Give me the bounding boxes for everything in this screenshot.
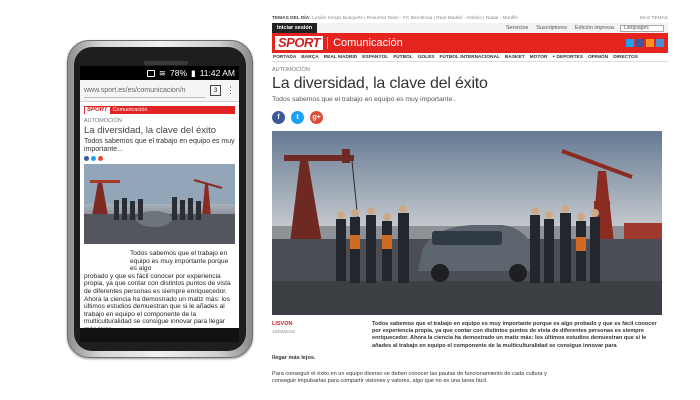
article-lead: Todos sabemos que el trabajo en equipo e… <box>372 321 657 349</box>
google-plus-icon[interactable] <box>98 156 103 161</box>
desktop-page: TEMAS DEL DÍA: Lesión Sergio Busquets | … <box>272 14 668 398</box>
nav-futbol-internacional[interactable]: FÚTBOL INTERNACIONAL <box>440 55 500 60</box>
language-select[interactable]: Languages <box>620 24 664 32</box>
article-body: Para conseguir el éxito en un equipo div… <box>272 370 547 385</box>
nav-mas-deportes[interactable]: + DEPORTES <box>552 55 583 60</box>
mobile-section-title: Comunicación <box>112 107 148 113</box>
main-nav: PORTADA BARÇA REAL MADRID ESPANYOL FÚTBO… <box>272 53 668 62</box>
browser-toolbar: www.sport.es/es/comunicacion/n 3 ⋮ <box>80 80 239 102</box>
nav-portada[interactable]: PORTADA <box>273 55 296 60</box>
article-subtitle: Todos sabemos que el trabajo en equipo e… <box>272 96 457 103</box>
android-icon <box>146 69 155 77</box>
mobile-article-title: La diversidad, la clave del éxito <box>84 125 217 136</box>
byline: LISVON 10/03/2016 <box>272 321 372 350</box>
author-name[interactable]: LISVON <box>272 321 372 327</box>
subscribers-link[interactable]: Suscriptores <box>536 25 567 31</box>
screenshot-stage: ≋ 78% ▮ 11:42 AM www.sport.es/es/comunic… <box>0 0 700 400</box>
nav-real-madrid[interactable]: REAL MADRID <box>324 55 358 60</box>
google-plus-share-icon[interactable]: g+ <box>310 111 323 124</box>
nav-basket[interactable]: BASKET <box>505 55 525 60</box>
article-category[interactable]: AUTOMOCIÓN <box>272 67 668 73</box>
wifi-icon: ≋ <box>158 67 166 78</box>
phone-speaker <box>144 61 188 65</box>
article-title: La diversidad, la clave del éxito <box>272 75 488 92</box>
phone-screen: ≋ 78% ▮ 11:42 AM www.sport.es/es/comunic… <box>80 66 239 328</box>
mobile-article-lead-indented: Todos sabemos que el trabajo en equipo e… <box>130 250 229 273</box>
mobile-brand-bar: SPORT Comunicación <box>84 106 235 114</box>
twitter-icon[interactable] <box>91 156 96 161</box>
section-title: Comunicación <box>327 37 403 49</box>
facebook-icon[interactable] <box>636 39 644 47</box>
topics-bar: TEMAS DEL DÍA: Lesión Sergio Busquets | … <box>272 14 668 23</box>
more-topics-link[interactable]: MÁS TEMAS <box>640 16 668 21</box>
nav-goles[interactable]: GOLES <box>418 55 435 60</box>
twitter-icon[interactable] <box>626 39 634 47</box>
header-social-icons <box>626 39 668 47</box>
topics-links[interactable]: Lesión Sergio Busquets | Resurrier Dilan… <box>312 16 518 21</box>
menu-icon[interactable]: ⋮ <box>226 86 235 95</box>
login-button[interactable]: Iniciar sesión <box>272 23 318 33</box>
twitter-share-icon[interactable]: t <box>291 111 304 124</box>
url-field[interactable]: www.sport.es/es/comunicacion/n <box>84 83 205 98</box>
article-lead-continued: llegar más lejos. <box>272 354 316 361</box>
brand-bar: SPORT Comunicación <box>272 33 668 53</box>
nav-futbol[interactable]: FÚTBOL <box>393 55 412 60</box>
share-buttons: f t g+ <box>272 111 668 124</box>
mobile-sport-logo[interactable]: SPORT <box>85 106 110 114</box>
status-bar: ≋ 78% ▮ 11:42 AM <box>80 66 239 80</box>
battery-level: 78% <box>170 68 188 78</box>
status-time: 11:42 AM <box>199 68 235 78</box>
topics-label: TEMAS DEL DÍA: <box>272 16 311 21</box>
nav-motor[interactable]: MOTOR <box>530 55 548 60</box>
publish-date: 10/03/2016 <box>272 329 295 334</box>
nav-espanyol[interactable]: ESPANYOL <box>362 55 388 60</box>
battery-icon: ▮ <box>191 67 196 78</box>
phone-bottom-bezel <box>80 328 239 342</box>
facebook-icon[interactable] <box>84 156 89 161</box>
facebook-share-icon[interactable]: f <box>272 111 285 124</box>
mobile-article-subtitle: Todos sabemos que el trabajo en equipo e… <box>84 138 235 153</box>
mobile-icon[interactable] <box>656 39 664 47</box>
mobile-article-photo <box>84 164 235 244</box>
mobile-article: SPORT Comunicación AUTOMOCIÓN La diversi… <box>80 106 239 328</box>
tab-switcher-button[interactable]: 3 <box>210 85 221 96</box>
rss-icon[interactable] <box>646 39 654 47</box>
photo-scene <box>272 131 662 315</box>
nav-directos[interactable]: DIRECTOS <box>613 55 638 60</box>
print-edition-link[interactable]: Edición impresa <box>575 25 614 31</box>
mobile-photo-scene <box>84 164 235 244</box>
article-photo <box>272 131 662 315</box>
user-bar: Iniciar sesión Servicios Suscriptores Ed… <box>272 23 668 33</box>
mobile-category[interactable]: AUTOMOCIÓN <box>84 118 235 124</box>
nav-opinion[interactable]: OPINIÓN <box>588 55 608 60</box>
sport-logo[interactable]: SPORT <box>275 36 324 50</box>
top-links: Servicios Suscriptores Edición impresa <box>317 25 620 31</box>
article-meta: LISVON 10/03/2016 Todos sabemos que el t… <box>272 321 668 350</box>
mobile-share-buttons <box>84 156 235 161</box>
services-link[interactable]: Servicios <box>506 25 528 31</box>
nav-barca[interactable]: BARÇA <box>301 55 318 60</box>
mobile-article-lead: probado y que es fácil conocer por exper… <box>84 272 231 328</box>
